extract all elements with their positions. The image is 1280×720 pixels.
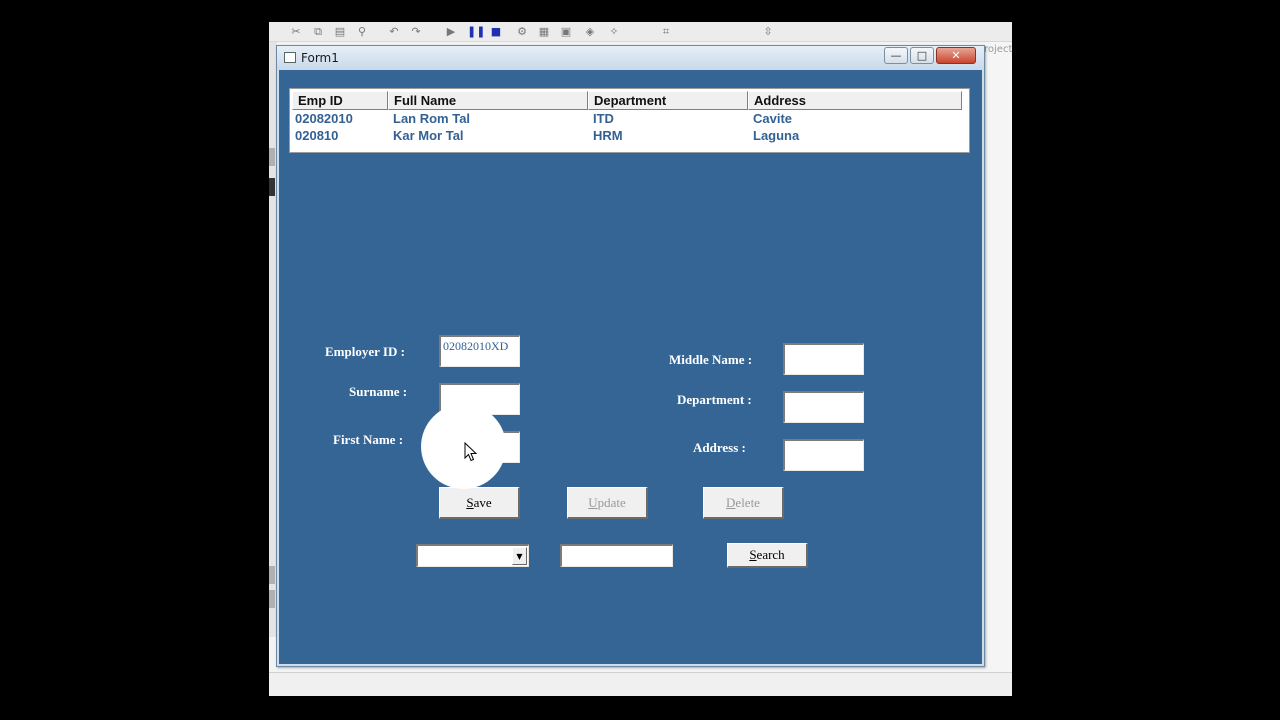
stop-icon[interactable]: ■	[489, 25, 503, 39]
ide-left-panel-mark	[269, 590, 275, 608]
form-icon	[284, 52, 296, 63]
cut-icon[interactable]: ✂	[289, 25, 303, 39]
ide-toolbar: ✂ ⧉ ▤ ⚲ ↶ ↷ ▶ ❚❚ ■ ⚙ ▦ ▣ ◈ ✧ ⌗ ⇳	[269, 22, 1012, 42]
cell-emp-id: 02082010	[295, 111, 353, 126]
form-client-area: Emp ID Full Name Department Address 0208…	[279, 70, 982, 664]
search-field-combo[interactable]: ▼	[416, 544, 529, 567]
update-hotkey: U	[588, 495, 598, 510]
cell-full-name: Lan Rom Tal	[393, 111, 471, 126]
cell-department: ITD	[593, 111, 614, 126]
cell-address: Cavite	[753, 111, 793, 126]
update-label: pdate	[597, 495, 626, 510]
paste-icon[interactable]: ▤	[333, 25, 347, 39]
cell-full-name: Kar Mor Tal	[393, 128, 464, 143]
surname-label: Surname :	[349, 384, 408, 399]
ide-left-panel-mark	[269, 178, 275, 196]
run-icon[interactable]: ▶	[444, 25, 458, 39]
grid-header-full-name[interactable]: Full Name	[388, 91, 588, 110]
update-button[interactable]: Update	[567, 487, 648, 519]
form-layout-icon[interactable]: ▣	[559, 25, 573, 39]
grid-header-address[interactable]: Address	[748, 91, 962, 110]
find-icon[interactable]: ⚲	[355, 25, 369, 39]
address-label: Address :	[693, 440, 746, 455]
form-titlebar[interactable]: Form1 — □ ✕	[277, 46, 984, 70]
cell-department: HRM	[593, 128, 623, 143]
chevron-down-icon[interactable]: ▼	[512, 547, 527, 565]
save-label: ave	[473, 495, 492, 510]
pause-icon[interactable]: ❚❚	[467, 25, 485, 39]
ide-left-panel-mark	[269, 148, 275, 166]
employer-id-field[interactable]: 02082010XD	[439, 335, 520, 367]
search-label: earch	[756, 547, 785, 562]
delete-hotkey: D	[726, 495, 736, 510]
toolbox-icon[interactable]: ✧	[607, 25, 621, 39]
save-hotkey: S	[466, 495, 474, 510]
first-name-label: First Name :	[333, 432, 404, 447]
ide-horizontal-scrollbar[interactable]	[269, 672, 1012, 696]
grid-header: Emp ID Full Name Department Address	[292, 91, 962, 110]
ide-project-panel	[984, 42, 1012, 672]
grid-header-department[interactable]: Department	[588, 91, 748, 110]
middle-name-label: Middle Name :	[669, 352, 753, 367]
ide-left-panel-mark	[269, 566, 275, 584]
undo-icon[interactable]: ↶	[387, 25, 401, 39]
department-label: Department :	[677, 392, 752, 407]
project-explorer-icon[interactable]: ⚙	[515, 25, 529, 39]
table-row[interactable]: 020810 Kar Mor Tal HRM Laguna	[292, 127, 967, 144]
cell-emp-id: 020810	[295, 128, 339, 143]
project-panel-label: roject	[984, 44, 1013, 55]
size-icon: ⇳	[763, 25, 773, 38]
department-field[interactable]	[783, 391, 864, 423]
redo-icon[interactable]: ↷	[409, 25, 423, 39]
employee-grid[interactable]: Emp ID Full Name Department Address 0208…	[289, 88, 970, 153]
delete-label: elete	[735, 495, 760, 510]
close-button[interactable]: ✕	[936, 47, 976, 64]
object-browser-icon[interactable]: ◈	[583, 25, 597, 39]
middle-name-field[interactable]	[783, 343, 864, 375]
mouse-pointer-icon	[464, 442, 478, 462]
delete-button[interactable]: Delete	[703, 487, 784, 519]
properties-icon[interactable]: ▦	[537, 25, 551, 39]
cell-address: Laguna	[753, 128, 800, 143]
employer-id-label: Employer ID :	[325, 344, 405, 359]
search-button[interactable]: Search	[727, 543, 808, 568]
form-window: Form1 — □ ✕ Emp ID Full Name Department …	[276, 45, 985, 667]
maximize-button[interactable]: □	[910, 47, 934, 64]
table-row[interactable]: 02082010 Lan Rom Tal ITD Cavite	[292, 110, 967, 127]
form-title: Form1	[301, 51, 339, 65]
search-hotkey: S	[749, 547, 757, 562]
minimize-button[interactable]: —	[884, 47, 908, 64]
address-field[interactable]	[783, 439, 864, 471]
copy-icon[interactable]: ⧉	[311, 25, 325, 39]
search-input[interactable]	[560, 544, 673, 567]
position-icon: ⌗	[662, 25, 670, 38]
grid-header-emp-id[interactable]: Emp ID	[292, 91, 388, 110]
save-button[interactable]: Save	[439, 487, 520, 519]
